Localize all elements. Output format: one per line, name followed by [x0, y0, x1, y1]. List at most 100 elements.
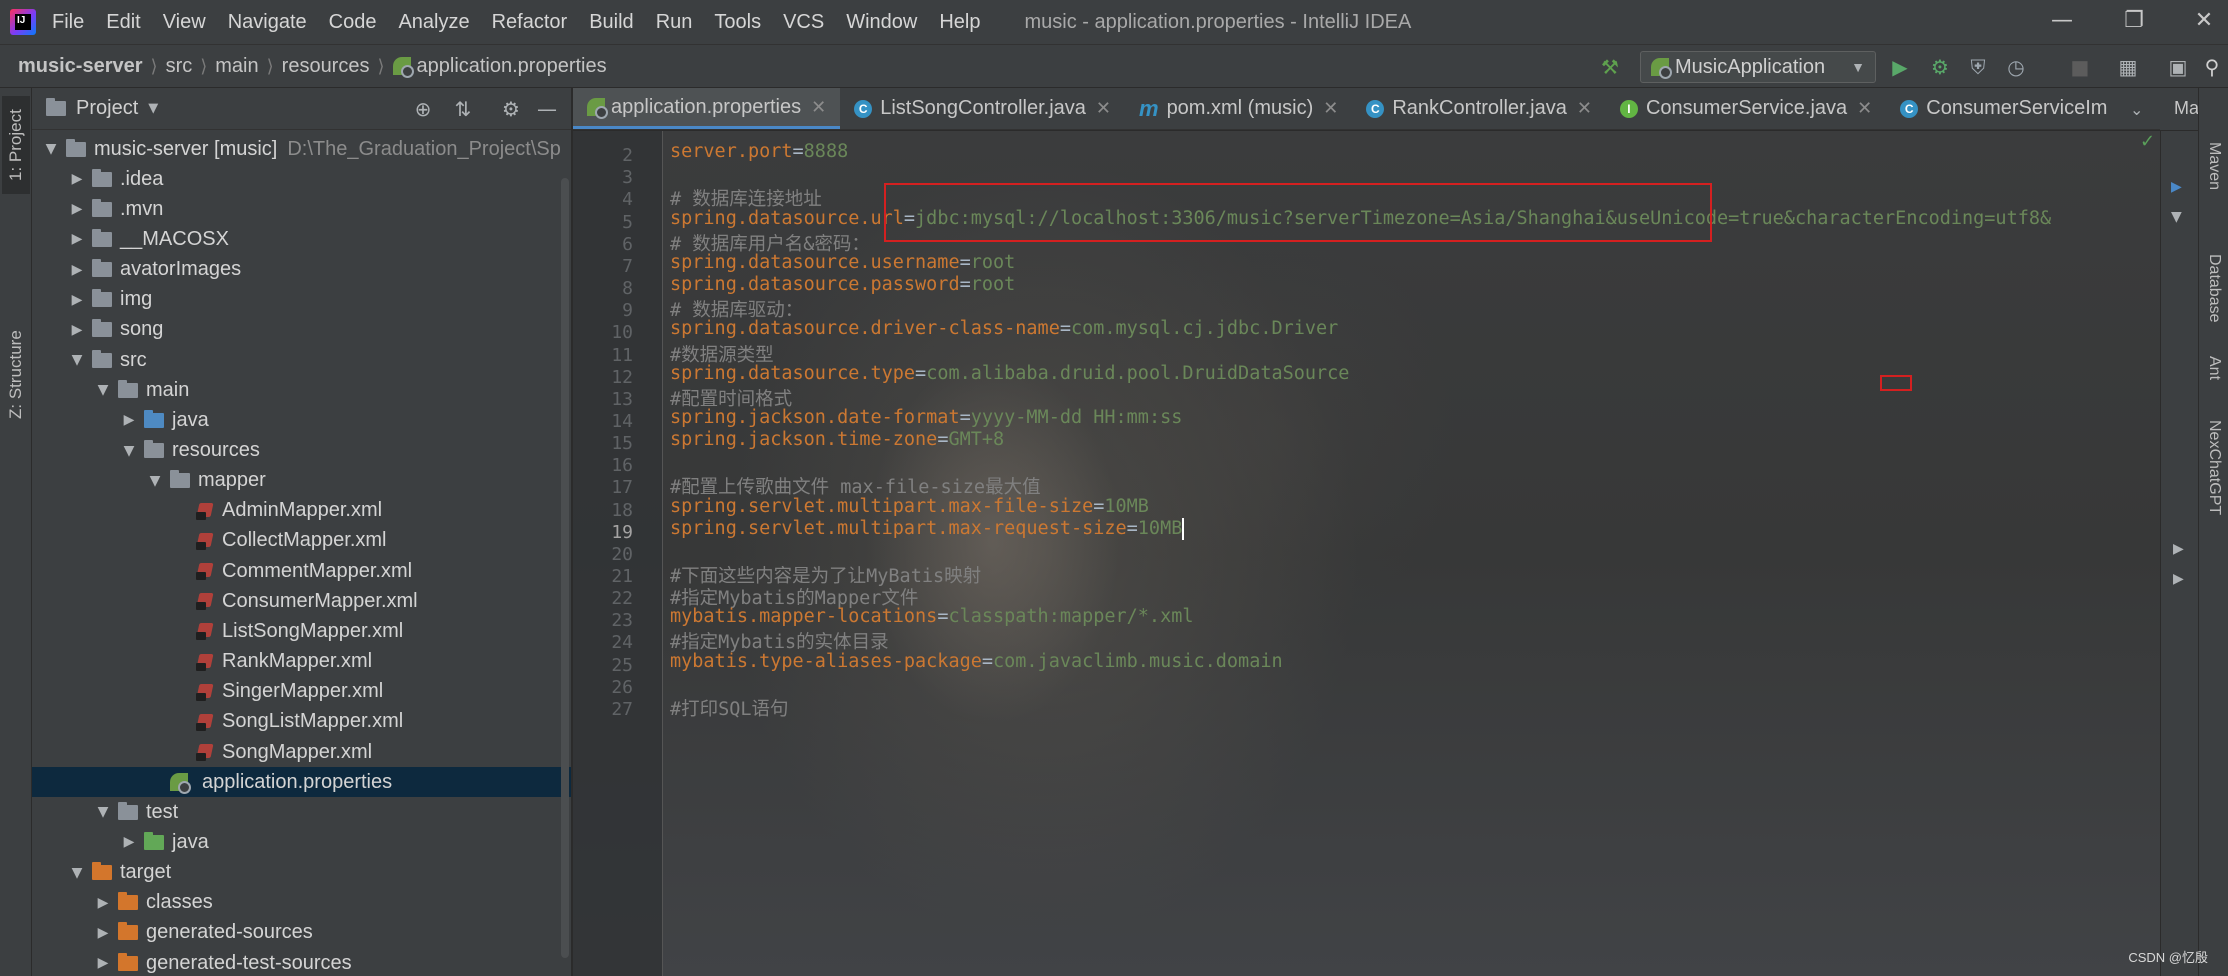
tree-row[interactable]: ▼ target — [32, 858, 571, 888]
tree-row[interactable]: ▶ .mvn — [32, 194, 571, 224]
project-scrollbar[interactable] — [561, 178, 569, 958]
settings-gear-icon[interactable]: ⚙ — [498, 96, 524, 122]
menu-run[interactable]: Run — [656, 11, 693, 34]
collapsed-arrow-icon[interactable]: ▶ — [122, 834, 136, 850]
close-tab-icon[interactable]: ✕ — [1577, 98, 1592, 119]
tree-row[interactable]: SongListMapper.xml — [32, 707, 571, 737]
menu-file[interactable]: File — [52, 11, 84, 34]
editor-tab[interactable]: C ListSongController.java ✕ — [840, 88, 1125, 129]
tree-row[interactable]: ▶ song — [32, 315, 571, 345]
collapsed-arrow-icon[interactable]: ▶ — [96, 895, 110, 911]
menu-view[interactable]: View — [163, 11, 206, 34]
tree-row[interactable]: ▶ __MACOSX — [32, 224, 571, 254]
locate-file-icon[interactable]: ⊕ — [410, 96, 436, 122]
run-configuration-select[interactable]: MusicApplication ▼ — [1640, 51, 1876, 83]
expanded-arrow-icon[interactable]: ▼ — [122, 443, 136, 459]
collapsed-arrow-icon[interactable]: ▶ — [70, 292, 84, 308]
tree-row[interactable]: ▼ src — [32, 345, 571, 375]
search-icon[interactable]: ⚲ — [2198, 53, 2226, 81]
tree-row[interactable]: SingerMapper.xml — [32, 677, 571, 707]
terminal-icon[interactable]: ▣ — [2164, 53, 2192, 81]
inspection-ok-icon[interactable]: ✓ — [2140, 131, 2155, 152]
tab-list-chevron-icon[interactable]: ⌄ — [2130, 100, 2143, 119]
collapsed-arrow-icon[interactable]: ▶ — [122, 412, 136, 428]
editor-tab[interactable]: C ConsumerServiceIm — [1886, 88, 2121, 129]
tree-row[interactable]: ConsumerMapper.xml — [32, 586, 571, 616]
breadcrumb-main[interactable]: main — [215, 55, 258, 78]
maven-tool-tab[interactable]: Maven — [2201, 126, 2227, 206]
menu-refactor[interactable]: Refactor — [492, 11, 568, 34]
editor-tab[interactable]: application.properties ✕ — [573, 88, 841, 129]
close-tab-icon[interactable]: ✕ — [811, 97, 826, 118]
expanded-arrow-icon[interactable]: ▼ — [148, 473, 162, 489]
tree-row[interactable]: ▶ img — [32, 285, 571, 315]
collapsed-arrow-icon[interactable]: ▶ — [70, 201, 84, 217]
menu-edit[interactable]: Edit — [106, 11, 140, 34]
editor-tab[interactable]: C RankController.java ✕ — [1352, 88, 1606, 129]
build-hammer-icon[interactable]: ⚒ — [1596, 53, 1624, 81]
tree-row[interactable]: ▼ resources — [32, 436, 571, 466]
menu-vcs[interactable]: VCS — [783, 11, 824, 34]
tree-row[interactable]: RankMapper.xml — [32, 647, 571, 677]
maven-expand-icon[interactable]: ▶ — [2171, 179, 2182, 195]
breadcrumb-resources[interactable]: resources — [282, 55, 370, 78]
tree-row[interactable]: AdminMapper.xml — [32, 496, 571, 526]
expanded-arrow-icon[interactable]: ▼ — [44, 141, 58, 157]
tree-row[interactable]: ▼ main — [32, 375, 571, 405]
structure-tool-tab[interactable]: Z: Structure — [2, 316, 30, 434]
tree-row[interactable]: ▶ classes — [32, 888, 571, 918]
tree-row[interactable]: ListSongMapper.xml — [32, 616, 571, 646]
maven-item-arrow-icon[interactable]: ▶ — [2173, 541, 2184, 557]
menu-tools[interactable]: Tools — [714, 11, 761, 34]
collapsed-arrow-icon[interactable]: ▶ — [96, 925, 110, 941]
collapsed-arrow-icon[interactable]: ▶ — [70, 262, 84, 278]
collapse-all-icon[interactable]: ⇅ — [450, 96, 476, 122]
tree-row[interactable]: CommentMapper.xml — [32, 556, 571, 586]
run-icon[interactable]: ▶ — [1886, 53, 1914, 81]
tree-row[interactable]: ▶ java — [32, 827, 571, 857]
collapsed-arrow-icon[interactable]: ▶ — [70, 171, 84, 187]
expanded-arrow-icon[interactable]: ▼ — [70, 865, 84, 881]
close-tab-icon[interactable]: ✕ — [1096, 98, 1111, 119]
expanded-arrow-icon[interactable]: ▼ — [96, 804, 110, 820]
expanded-arrow-icon[interactable]: ▼ — [70, 352, 84, 368]
tree-row[interactable]: ▶ .idea — [32, 164, 571, 194]
collapsed-arrow-icon[interactable]: ▶ — [96, 955, 110, 971]
maven-item-arrow-icon[interactable]: ▶ — [2173, 571, 2184, 587]
tree-row[interactable]: ▶ generated-sources — [32, 918, 571, 948]
code-editor[interactable]: 2 3 4 5 6 7 8 9 10 11 12 13 14 15 16 17 18 19 20 21 22 23 24 25… — [573, 131, 2183, 976]
project-tool-tab[interactable]: 1: Project — [2, 96, 30, 194]
tree-row[interactable]: ▼ music-server [music] D:\The_Graduation_P… — [32, 134, 571, 164]
tree-row[interactable]: CollectMapper.xml — [32, 526, 571, 556]
menu-analyze[interactable]: Analyze — [398, 11, 469, 34]
hide-panel-icon[interactable]: — — [534, 96, 560, 122]
tree-row[interactable]: ▶ avatorImages — [32, 255, 571, 285]
minimize-icon[interactable]: — — [2042, 6, 2082, 36]
menu-help[interactable]: Help — [939, 11, 980, 34]
tree-row[interactable]: ▶ java — [32, 405, 571, 435]
chevron-down-icon[interactable]: ▼ — [148, 101, 158, 116]
editor-tab[interactable]: m pom.xml (music) ✕ — [1125, 88, 1352, 129]
expanded-arrow-icon[interactable]: ▼ — [96, 382, 110, 398]
close-tab-icon[interactable]: ✕ — [1857, 98, 1872, 119]
maven-collapse-icon[interactable]: ▼ — [2171, 209, 2182, 225]
menu-code[interactable]: Code — [329, 11, 377, 34]
close-window-icon[interactable]: ✕ — [2184, 6, 2224, 36]
project-panel-title[interactable]: Project — [76, 97, 138, 120]
tree-row[interactable]: SongMapper.xml — [32, 737, 571, 767]
profile-icon[interactable]: ◷ — [2002, 53, 2030, 81]
tree-row[interactable]: ▼ mapper — [32, 466, 571, 496]
breadcrumb-src[interactable]: src — [166, 55, 193, 78]
tree-row[interactable]: ▼ test — [32, 797, 571, 827]
project-structure-icon[interactable]: ▦ — [2114, 53, 2142, 81]
menu-navigate[interactable]: Navigate — [228, 11, 307, 34]
database-tool-tab[interactable]: Database — [2201, 238, 2227, 338]
collapsed-arrow-icon[interactable]: ▶ — [70, 322, 84, 338]
restore-icon[interactable]: ❐ — [2114, 6, 2154, 36]
tree-row[interactable]: application.properties — [32, 767, 571, 798]
close-tab-icon[interactable]: ✕ — [1323, 98, 1338, 119]
nexchatgpt-tool-tab[interactable]: NexChatGPT — [2201, 408, 2227, 528]
collapsed-arrow-icon[interactable]: ▶ — [70, 231, 84, 247]
menu-build[interactable]: Build — [589, 11, 633, 34]
debug-icon[interactable]: ⚙ — [1926, 53, 1954, 81]
